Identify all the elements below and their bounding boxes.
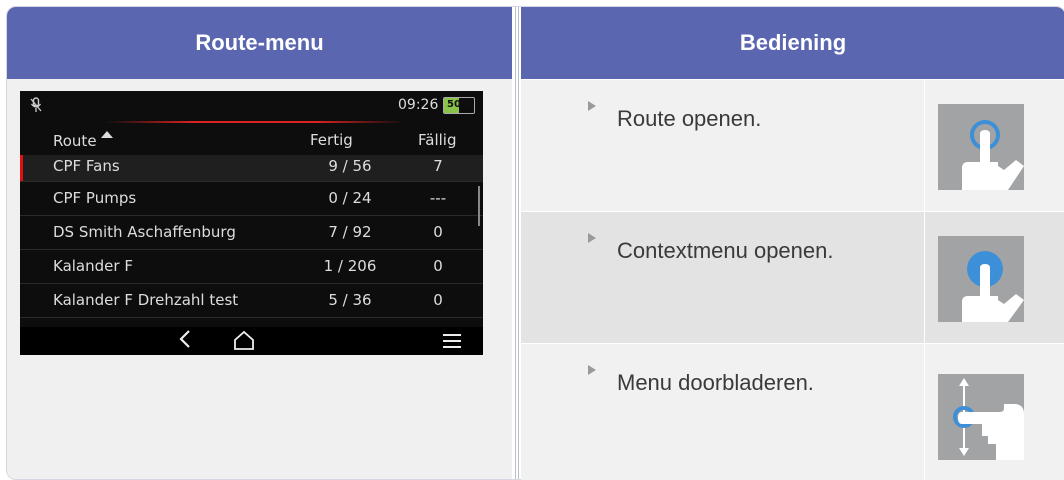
cell-divider xyxy=(924,344,925,480)
bullet-icon xyxy=(587,362,597,375)
operations-panel: Route openen. Contextmenu openen. Menu d… xyxy=(7,7,1064,480)
swipe-vertical-icon xyxy=(938,374,1024,460)
bullet-icon xyxy=(587,230,597,243)
operation-row: Route openen. xyxy=(521,79,1064,211)
cell-divider xyxy=(924,212,925,343)
operation-row: Menu doorbladeren. xyxy=(521,343,1064,480)
operation-row: Contextmenu openen. xyxy=(521,211,1064,343)
long-press-icon xyxy=(938,236,1024,322)
tap-icon xyxy=(938,104,1024,190)
operation-text: Contextmenu openen. xyxy=(617,238,834,263)
bullet-icon xyxy=(587,98,597,111)
operation-text: Menu doorbladeren. xyxy=(617,370,814,395)
cell-divider xyxy=(924,80,925,211)
operation-text: Route openen. xyxy=(617,106,762,131)
